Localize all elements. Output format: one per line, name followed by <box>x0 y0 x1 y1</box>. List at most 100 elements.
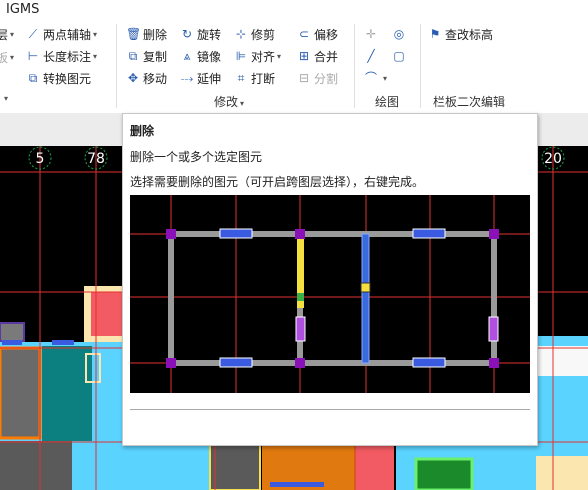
split-label: 分割 <box>314 71 339 86</box>
chevron-down-icon: ▾ <box>93 29 98 39</box>
beam-segment <box>412 357 446 368</box>
chevron-down-icon: ▾ <box>383 73 388 83</box>
align-button[interactable]: ⊫ 对齐 ▾ <box>234 46 281 66</box>
grip-handle <box>360 282 371 293</box>
trim-icon: ⊹ <box>235 27 247 41</box>
edit-elevation-label: 查改标高 <box>445 27 494 42</box>
column-block <box>0 346 42 440</box>
axis-icon: ⟋ <box>28 27 38 41</box>
copy-icon: ⧉ <box>128 49 138 63</box>
two-point-axis-button[interactable]: ⟋ 两点辅轴 ▾ <box>26 24 97 44</box>
slab-block <box>130 444 210 490</box>
copy-label: 复制 <box>143 49 168 64</box>
elevation-icon: ⚑ <box>429 27 441 41</box>
circle-draw-button[interactable]: ◎ <box>392 24 409 44</box>
trim-button[interactable]: ⊹ 修剪 <box>234 24 275 44</box>
wall-block <box>0 322 25 342</box>
rectangle-icon: ▢ <box>393 49 405 63</box>
modify-group-label: 修改 ▾ <box>214 95 245 109</box>
slab-block <box>536 346 588 376</box>
rotate-button[interactable]: ↻ 旋转 <box>180 24 221 44</box>
convert-icon: ⧉ <box>28 71 38 85</box>
offset-label: 偏移 <box>314 27 339 42</box>
split-button[interactable]: ⊟ 分割 <box>297 68 338 88</box>
axis-label: 20 <box>544 151 562 167</box>
arc-icon: ⌒ <box>364 71 377 85</box>
extend-button[interactable]: ⤏ 延伸 <box>180 68 221 88</box>
wall-outline <box>168 231 497 366</box>
layer-dropdown[interactable]: 层 ▾ <box>0 24 14 44</box>
mirror-label: 镜像 <box>197 49 222 64</box>
selected-wall <box>361 233 370 364</box>
dimension-icon: ⊢ <box>27 49 39 63</box>
line-draw-button[interactable]: ╱ <box>364 46 381 66</box>
beam-segment <box>412 228 446 239</box>
point-draw-button[interactable]: ✛ <box>364 24 381 44</box>
move-icon: ✥ <box>127 71 139 85</box>
column-block <box>209 443 261 490</box>
mirror-icon: ⩓ <box>183 49 191 63</box>
column-block <box>414 457 474 490</box>
delete-label: 删除 <box>143 27 168 42</box>
tooltip-illustration <box>130 195 530 393</box>
trash-icon: 🗑 <box>126 27 142 41</box>
crosshair-icon: ✛ <box>365 27 377 41</box>
convert-element-button[interactable]: ⧉ 转换图元 <box>26 68 91 88</box>
board-dropdown[interactable]: 板 ▾ <box>0 47 14 67</box>
chevron-down-icon: ▾ <box>10 29 15 39</box>
break-icon: ⌗ <box>237 71 245 85</box>
illustration-svg <box>130 195 530 393</box>
delete-button[interactable]: 🗑 删除 <box>126 24 167 44</box>
draw-group-label: 绘图 <box>375 95 400 109</box>
tooltip-description: 删除一个或多个选定图元 <box>130 150 263 164</box>
column-node <box>166 358 176 368</box>
wall-block <box>42 346 92 441</box>
column-node <box>489 229 499 239</box>
beam-segment <box>52 340 74 345</box>
railing-group-label: 栏板二次编辑 <box>433 95 506 109</box>
opening-segment <box>488 316 499 342</box>
column-block <box>0 441 72 490</box>
layer-label: 层 <box>0 27 9 42</box>
move-label: 移动 <box>143 71 168 86</box>
opening-segment <box>295 316 306 342</box>
column-node <box>489 358 499 368</box>
move-button[interactable]: ✥ 移动 <box>126 68 167 88</box>
align-label: 对齐 <box>251 49 276 64</box>
length-dimension-label: 长度标注 <box>43 49 92 64</box>
copy-button[interactable]: ⧉ 复制 <box>126 46 167 66</box>
offset-button[interactable]: ⊂ 偏移 <box>297 24 338 44</box>
align-icon: ⊫ <box>235 49 247 63</box>
wall-segment <box>297 293 304 301</box>
arc-draw-button[interactable]: ⌒ ▾ <box>364 68 387 88</box>
trim-label: 修剪 <box>251 27 276 42</box>
beam-segment <box>219 357 253 368</box>
chevron-down-icon: ▾ <box>4 94 9 103</box>
axis-label: 5 <box>36 151 45 167</box>
split-icon: ⊟ <box>298 71 310 85</box>
chevron-down-icon: ▾ <box>240 99 245 108</box>
group-separator <box>420 24 421 108</box>
ribbon: 层 ▾ 板 ▾ ▾ ⟋ 两点辅轴 ▾ ⊢ 长度标注 ▾ ⧉ 转换图元 🗑 删除 ⧉ 复制 ✥ 移动 … <box>0 20 588 114</box>
edit-elevation-button[interactable]: ⚑ 查改标高 <box>428 24 493 44</box>
axis-label: 78 <box>87 151 105 167</box>
title-bar: IGMS <box>0 0 588 20</box>
column-node <box>295 229 305 239</box>
length-dimension-button[interactable]: ⊢ 长度标注 ▾ <box>26 46 97 66</box>
two-point-axis-label: 两点辅轴 <box>43 27 92 42</box>
merge-button[interactable]: ⊞ 合并 <box>297 46 338 66</box>
tooltip-divider <box>130 409 530 410</box>
column-node <box>166 229 176 239</box>
board-label: 板 <box>0 50 9 65</box>
column-node <box>295 358 305 368</box>
merge-label: 合并 <box>314 49 339 64</box>
mirror-button[interactable]: ⩓ 镜像 <box>180 46 221 66</box>
break-label: 打断 <box>251 71 276 86</box>
rotate-label: 旋转 <box>197 27 222 42</box>
rect-draw-button[interactable]: ▢ <box>392 46 409 66</box>
break-button[interactable]: ⌗ 打断 <box>234 68 275 88</box>
tooltip-title: 删除 <box>130 124 155 138</box>
tooltip-instruction: 选择需要删除的图元（可开启跨图层选择），右键完成。 <box>130 175 425 189</box>
offset-icon: ⊂ <box>298 27 310 41</box>
merge-icon: ⊞ <box>298 49 310 63</box>
